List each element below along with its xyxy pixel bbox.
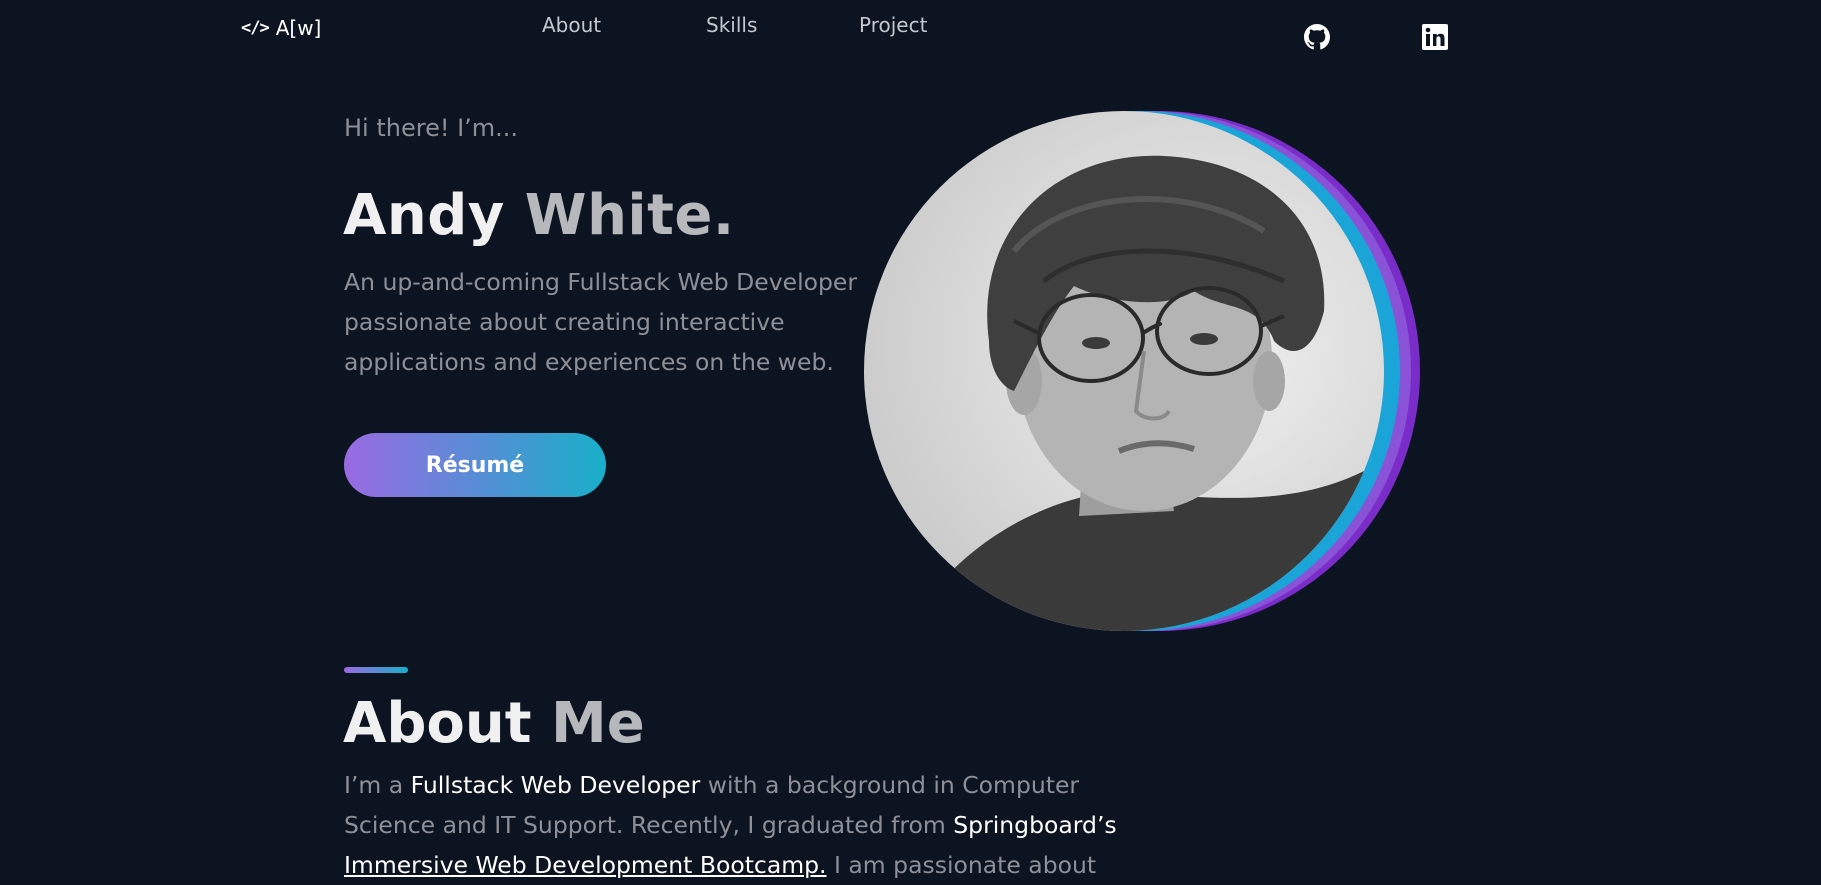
top-nav: </> A[w] About Skills Project [0, 0, 1821, 60]
section-accent-line [344, 667, 408, 673]
about-heading-word-2: Me [551, 691, 645, 756]
about-heading-word-1: About [343, 691, 532, 756]
logo-text: A[w] [275, 16, 322, 40]
site-logo[interactable]: </> A[w] [241, 16, 321, 40]
about-highlight-role: Fullstack Web Developer [410, 771, 701, 799]
nav-link-about[interactable]: About [542, 13, 601, 37]
hero-last-name: White. [524, 183, 735, 248]
hero-name: Andy White. [343, 180, 735, 252]
nav-link-skills[interactable]: Skills [706, 13, 757, 37]
resume-button[interactable]: Résumé [344, 433, 606, 497]
code-icon: </> [241, 18, 270, 38]
about-text-1: I’m a [344, 771, 411, 799]
linkedin-icon[interactable] [1422, 24, 1448, 50]
bootcamp-link[interactable]: Immersive Web Development Bootcamp. [344, 851, 827, 879]
about-paragraph: I’m a Fullstack Web Developer with a bac… [344, 765, 1124, 885]
about-text-3: I am passionate about [826, 851, 1097, 879]
github-icon[interactable] [1304, 24, 1330, 50]
hero-first-name: Andy [343, 183, 505, 248]
nav-link-project[interactable]: Project [859, 13, 927, 37]
about-highlight-springboard: Springboard’s [953, 811, 1117, 839]
hero-greeting: Hi there! I’m... [344, 114, 519, 142]
hero-tagline: An up-and-coming Fullstack Web Developer… [344, 268, 858, 376]
about-heading: About Me [343, 688, 645, 760]
profile-photo [864, 111, 1420, 632]
